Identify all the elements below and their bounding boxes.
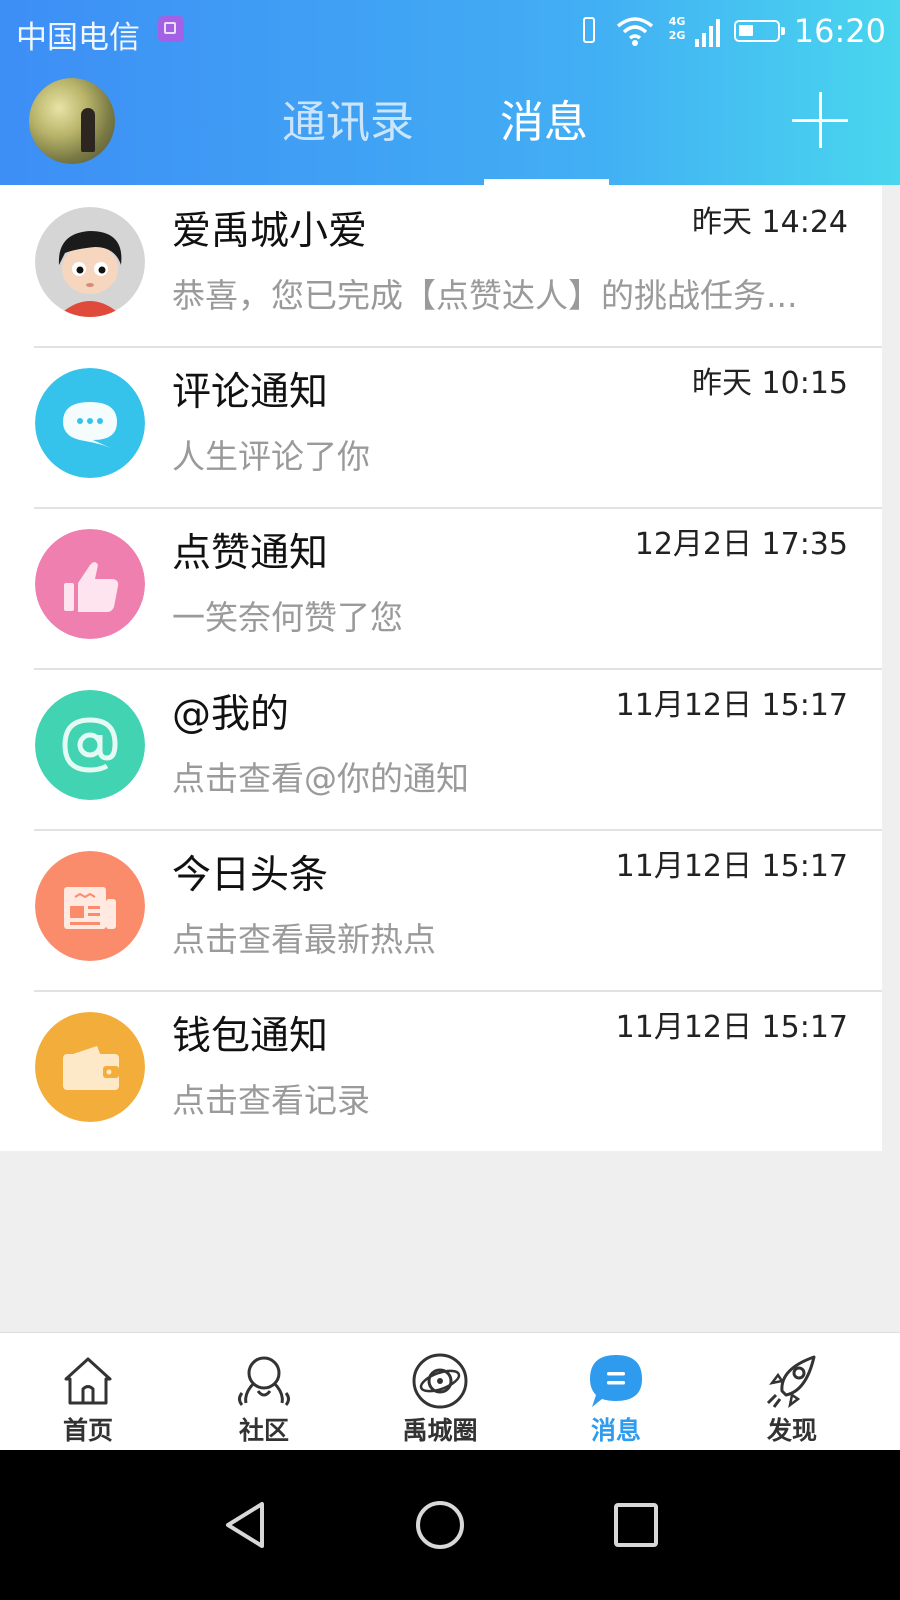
plus-icon[interactable] [792,92,848,148]
recents-icon[interactable] [601,1490,671,1560]
list-item[interactable]: @我的 11月12日 15:17 点击查看@你的通知 [0,668,882,829]
community-icon [238,1356,290,1406]
message-title: 钱包通知 [172,1014,329,1059]
message-title: 评论通知 [172,370,329,415]
nav-label: 禹城圈 [402,1416,478,1445]
vibrate-icon [577,15,601,47]
tab-contacts[interactable]: 通讯录 [250,78,446,185]
message-preview: 人生评论了你 [172,437,370,476]
message-title: 爱禹城小爱 [172,209,368,254]
nav-circle[interactable]: 禹城圈 [352,1333,528,1451]
nav-messages[interactable]: 消息 [528,1333,704,1451]
clock: 16:20 [793,12,886,50]
home-circle-icon[interactable] [405,1490,475,1560]
list-item[interactable]: 点赞通知 12月2日 17:35 一笑奈何赞了您 [0,507,882,668]
message-time: 12月2日 17:35 [634,527,848,562]
message-preview: 点击查看记录 [172,1081,370,1120]
message-icon [590,1355,642,1407]
nav-label: 发现 [766,1416,817,1445]
list-item[interactable]: 钱包通知 11月12日 15:17 点击查看记录 [0,990,882,1151]
message-title: @我的 [172,692,290,737]
message-time: 昨天 10:15 [692,366,848,401]
wifi-icon [616,17,653,46]
nav-label: 首页 [62,1416,113,1445]
network-type: 4G 2G [668,15,686,42]
message-time: 11月12日 15:17 [615,849,848,884]
at-sign-icon [35,690,145,800]
message-list: 爱禹城小爱 昨天 14:24 恭喜，您已完成【点赞达人】的挑战任务... 评论通… [0,185,882,1151]
header-tabs: 通讯录 消息 [250,78,642,185]
list-item[interactable]: 评论通知 昨天 10:15 人生评论了你 [0,346,882,507]
list-item[interactable]: 今日头条 11月12日 15:17 点击查看最新热点 [0,829,882,990]
nav-label: 消息 [590,1416,641,1445]
battery-icon [733,20,785,42]
back-icon[interactable] [210,1490,280,1560]
comment-bubble-icon [35,368,145,478]
message-time: 11月12日 15:17 [615,688,848,723]
message-preview: 恭喜，您已完成【点赞达人】的挑战任务... [172,276,798,315]
message-title: 今日头条 [172,853,329,898]
app-header: 中国电信 4G 2G 16:20 通讯录 消息 [0,0,900,185]
bottom-nav: 首页 社区 禹城圈 消息 发现 [0,1332,900,1451]
message-preview: 点击查看最新热点 [172,920,436,959]
profile-avatar[interactable] [29,78,115,164]
nav-home[interactable]: 首页 [0,1333,176,1451]
home-icon [64,1357,112,1405]
orbit-icon [412,1353,468,1409]
carrier-name: 中国电信 [16,20,140,56]
system-navigation-bar [0,1450,900,1600]
nav-community[interactable]: 社区 [176,1333,352,1451]
message-time: 昨天 14:24 [692,205,848,240]
wallet-icon [35,1012,145,1122]
message-preview: 点击查看@你的通知 [172,759,469,798]
tab-messages[interactable]: 消息 [446,78,642,185]
message-preview: 一笑奈何赞了您 [172,598,403,637]
cartoon-avatar-icon [35,207,145,317]
thumbs-up-icon [35,529,145,639]
status-bar: 中国电信 4G 2G 16:20 [0,0,900,62]
list-item[interactable]: 爱禹城小爱 昨天 14:24 恭喜，您已完成【点赞达人】的挑战任务... [0,185,882,346]
message-title: 点赞通知 [172,531,329,576]
nav-label: 社区 [238,1416,289,1445]
nav-discover[interactable]: 发现 [704,1333,880,1451]
signal-icon: 4G 2G [669,15,720,47]
rocket-icon [766,1355,816,1408]
newspaper-icon [35,851,145,961]
sim-card-icon [158,16,184,42]
message-time: 11月12日 15:17 [615,1010,848,1045]
